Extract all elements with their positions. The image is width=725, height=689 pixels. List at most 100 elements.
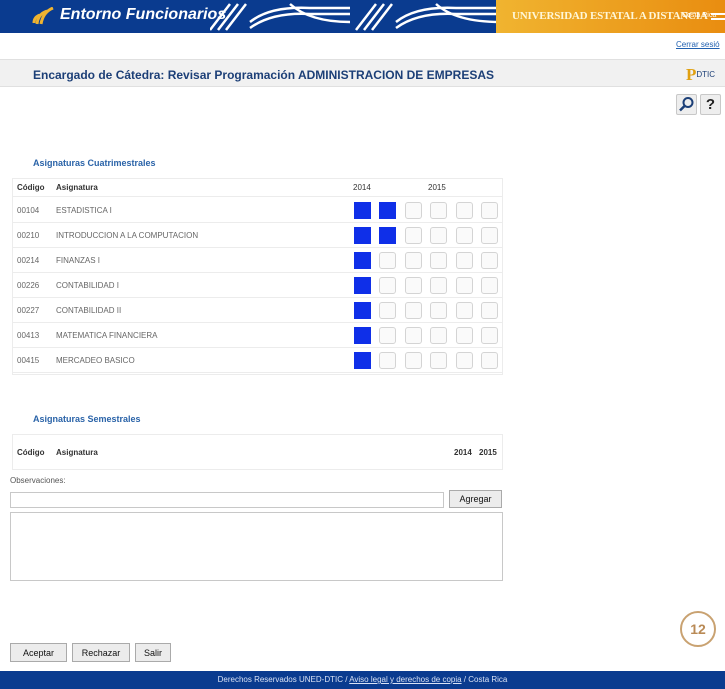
footer-country: / Costa Rica	[461, 675, 508, 684]
header-code: Código	[17, 183, 45, 192]
subject-code: 00415	[17, 356, 40, 365]
period-checkbox[interactable]	[456, 352, 473, 369]
title-bar: Encargado de Cátedra: Revisar Programaci…	[0, 59, 725, 87]
magnifier-icon	[679, 97, 694, 112]
footer: Derechos Reservados UNED-DTIC / Aviso le…	[0, 671, 725, 689]
table-row: 00214 FINANZAS I	[13, 248, 502, 273]
period-checkbox[interactable]	[430, 302, 447, 319]
period-checkbox-selected[interactable]	[354, 202, 371, 219]
dtic-logo-initial: P	[686, 65, 697, 84]
menu-icon[interactable]	[711, 13, 725, 20]
period-checkbox[interactable]	[379, 302, 396, 319]
period-checkbox[interactable]	[405, 252, 422, 269]
subject-code: 00210	[17, 231, 40, 240]
table-row: 00415 MERCADEO BASICO	[13, 348, 502, 373]
header-wave-decoration	[210, 3, 500, 31]
period-checkbox-selected[interactable]	[354, 227, 371, 244]
subject-name: CONTABILIDAD II	[56, 306, 122, 315]
period-checkbox[interactable]	[481, 352, 498, 369]
header-subject: Asignatura	[56, 448, 98, 457]
section-title-cuatrimestrales: Asignaturas Cuatrimestrales	[33, 158, 156, 168]
table-header: Código Asignatura 2014 2015	[13, 435, 502, 469]
header-year-2015: 2015	[428, 183, 446, 192]
reject-button[interactable]: Rechazar	[72, 643, 130, 662]
subject-code: 00214	[17, 256, 40, 265]
search-button[interactable]	[676, 94, 697, 115]
period-checkbox[interactable]	[456, 227, 473, 244]
period-checkbox[interactable]	[430, 252, 447, 269]
help-button[interactable]: ?	[700, 94, 721, 115]
period-checkbox[interactable]	[481, 327, 498, 344]
subject-code: 00104	[17, 206, 40, 215]
period-checkbox[interactable]	[481, 202, 498, 219]
period-checkbox[interactable]	[379, 277, 396, 294]
period-checkbox[interactable]	[379, 327, 396, 344]
period-checkbox-selected[interactable]	[354, 302, 371, 319]
observations-label: Observaciones:	[10, 476, 66, 485]
period-checkbox[interactable]	[456, 202, 473, 219]
period-checkbox[interactable]	[481, 302, 498, 319]
period-checkbox[interactable]	[456, 277, 473, 294]
add-button[interactable]: Agregar	[449, 490, 502, 508]
period-checkbox[interactable]	[379, 252, 396, 269]
legal-notice-link[interactable]: Aviso legal y derechos de copia	[349, 675, 461, 684]
period-checkbox[interactable]	[430, 277, 447, 294]
subject-name: MATEMATICA FINANCIERA	[56, 331, 158, 340]
period-checkbox[interactable]	[456, 302, 473, 319]
exit-button[interactable]: Salir	[135, 643, 171, 662]
accept-button[interactable]: Aceptar	[10, 643, 67, 662]
subject-code: 00413	[17, 331, 40, 340]
period-checkbox[interactable]	[430, 202, 447, 219]
header-year-2015: 2015	[479, 448, 497, 457]
observation-input[interactable]	[10, 492, 444, 508]
header-year-2014: 2014	[353, 183, 371, 192]
dtic-logo-text: DTIC	[696, 70, 716, 79]
subject-name: INTRODUCCION A LA COMPUTACION	[56, 231, 199, 240]
header-year-2014: 2014	[454, 448, 472, 457]
period-checkbox[interactable]	[481, 277, 498, 294]
period-checkbox[interactable]	[405, 202, 422, 219]
signal-waves-icon	[32, 7, 54, 25]
section-title-semestrales: Asignaturas Semestrales	[33, 414, 141, 424]
table-row: 00413 MATEMATICA FINANCIERA	[13, 323, 502, 348]
period-checkbox-selected[interactable]	[354, 252, 371, 269]
page-title: Encargado de Cátedra: Revisar Programaci…	[33, 68, 494, 82]
subject-name: MERCADEO BASICO	[56, 356, 135, 365]
header-subject: Asignatura	[56, 183, 98, 192]
period-checkbox[interactable]	[405, 327, 422, 344]
period-checkbox[interactable]	[430, 227, 447, 244]
header-code: Código	[17, 448, 45, 457]
logout-link[interactable]: Cerrar sesió	[676, 40, 720, 49]
table-row: 00210 INTRODUCCION A LA COMPUTACION	[13, 223, 502, 248]
dtic-logo: PDTIC	[686, 65, 715, 85]
subject-name: ESTADISTICA I	[56, 206, 112, 215]
period-checkbox-selected[interactable]	[379, 202, 396, 219]
period-checkbox[interactable]	[405, 277, 422, 294]
period-checkbox[interactable]	[405, 352, 422, 369]
period-checkbox[interactable]	[430, 327, 447, 344]
table-row: 00226 CONTABILIDAD I	[13, 273, 502, 298]
subject-code: 00227	[17, 306, 40, 315]
table-row: 00227 CONTABILIDAD II	[13, 298, 502, 323]
cuatrimestrales-table: Código Asignatura 2014 2015 00104 ESTADIS…	[12, 178, 503, 375]
period-checkbox-selected[interactable]	[354, 352, 371, 369]
university-name: UNIVERSIDAD ESTATAL A DISTANCIA	[512, 10, 708, 22]
period-checkbox[interactable]	[456, 252, 473, 269]
period-checkbox-selected[interactable]	[354, 277, 371, 294]
top-header: Entorno Funcionarios UNIVERSIDAD ESTATAL…	[0, 0, 725, 33]
period-checkbox-selected[interactable]	[354, 327, 371, 344]
subject-name: FINANZAS I	[56, 256, 101, 265]
period-checkbox[interactable]	[405, 302, 422, 319]
period-checkbox[interactable]	[379, 352, 396, 369]
period-checkbox[interactable]	[481, 252, 498, 269]
period-checkbox[interactable]	[405, 227, 422, 244]
brand-name: Entorno Funcionarios	[60, 6, 227, 23]
period-checkbox[interactable]	[481, 227, 498, 244]
period-checkbox[interactable]	[456, 327, 473, 344]
subject-name: CONTABILIDAD I	[56, 281, 119, 290]
observations-list	[10, 512, 503, 581]
period-checkbox[interactable]	[430, 352, 447, 369]
page-number-badge: 12	[680, 611, 716, 647]
period-checkbox-selected[interactable]	[379, 227, 396, 244]
table-row: 00104 ESTADISTICA I	[13, 198, 502, 223]
